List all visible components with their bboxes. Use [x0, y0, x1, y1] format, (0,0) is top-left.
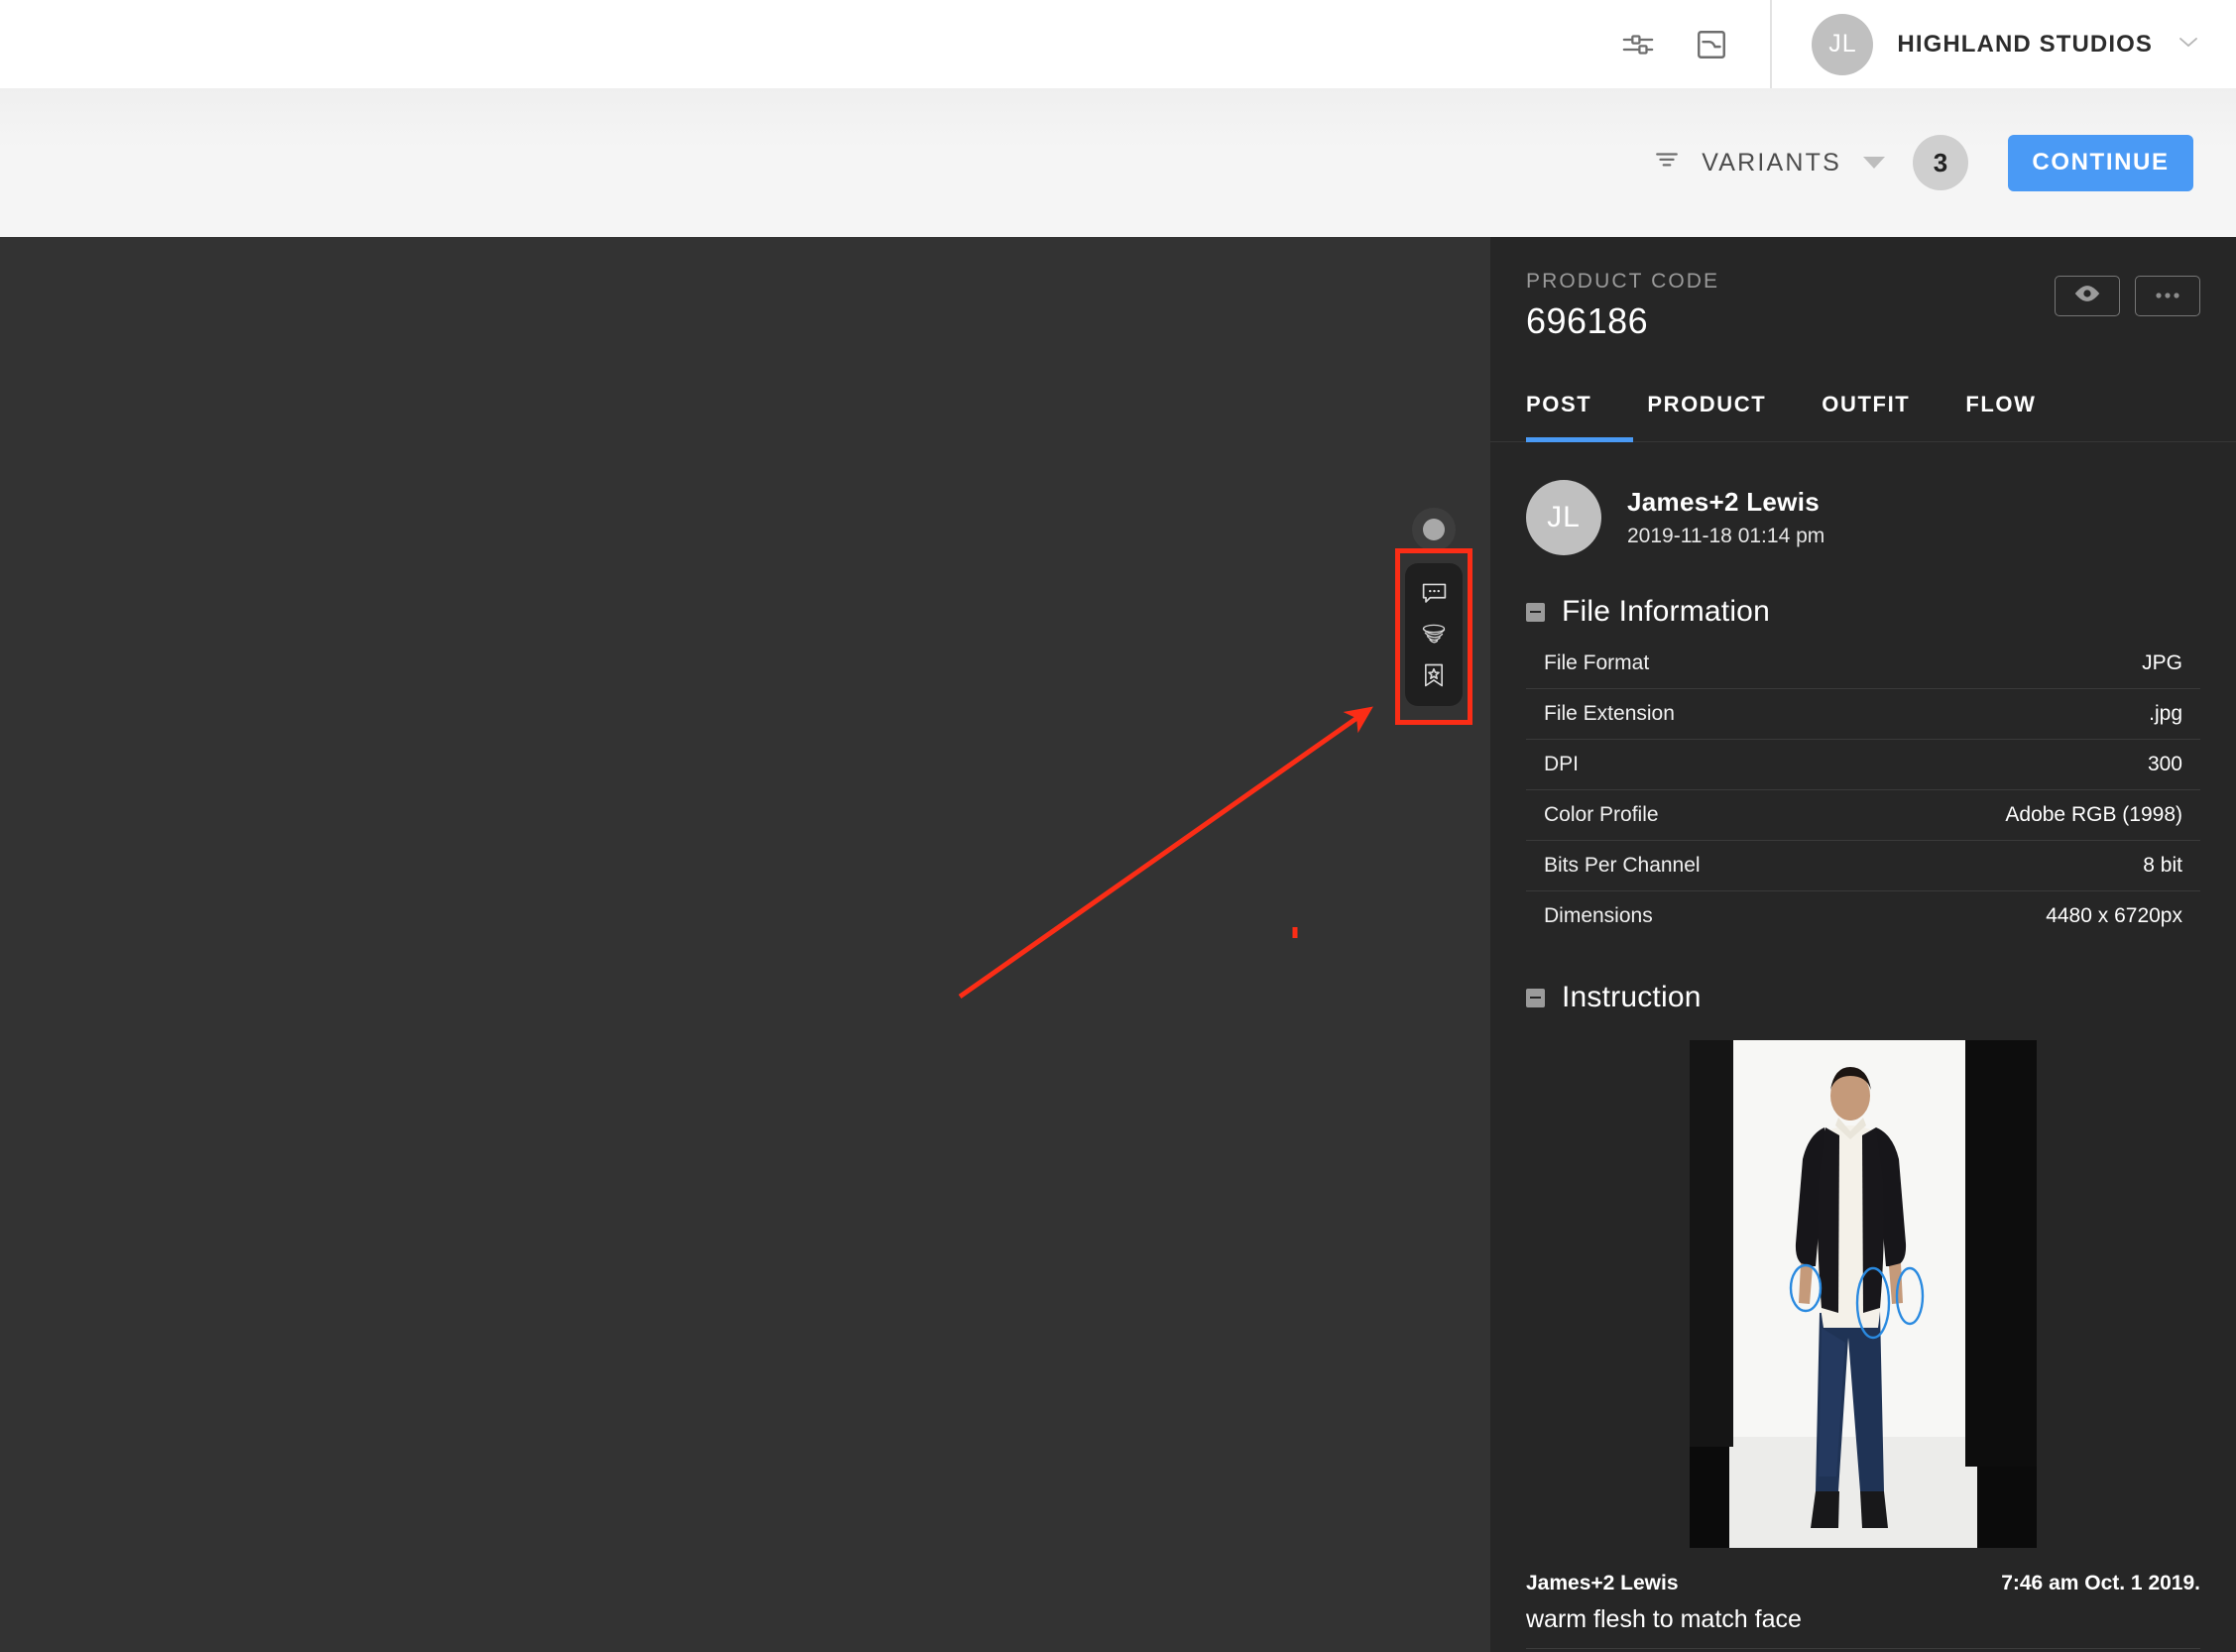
author-name: James+2 Lewis: [1627, 487, 1824, 518]
row-key: File Extension: [1544, 702, 1675, 726]
continue-button[interactable]: CONTINUE: [2008, 135, 2193, 191]
row-value: 4480 x 6720px: [2046, 904, 2182, 928]
action-bar: VARIANTS 3 CONTINUE: [0, 88, 2236, 237]
row-key: Bits Per Channel: [1544, 854, 1701, 878]
author-timestamp: 2019-11-18 01:14 pm: [1627, 525, 1824, 548]
curve-adjust-icon[interactable]: [1693, 26, 1730, 63]
author-text-block: James+2 Lewis 2019-11-18 01:14 pm: [1627, 487, 1824, 548]
row-key: DPI: [1544, 753, 1579, 776]
product-code-block: PRODUCT CODE 696186: [1526, 270, 1719, 342]
row-value: 8 bit: [2143, 854, 2182, 878]
table-row: Bits Per Channel 8 bit: [1526, 841, 2200, 891]
table-row: File Format JPG: [1526, 639, 2200, 689]
chevron-down-icon[interactable]: [1863, 157, 1885, 169]
variants-count-badge: 3: [1913, 135, 1968, 190]
list-item: James+2 Lewis 7:46 am Oct. 1 2019. strai…: [1526, 1648, 2200, 1652]
account-name: HIGHLAND STUDIOS: [1897, 31, 2153, 59]
tab-flow[interactable]: FLOW: [1965, 378, 2036, 441]
canvas-floating-toolbar: [1405, 563, 1463, 706]
top-bar: JL HIGHLAND STUDIOS: [0, 0, 2236, 88]
comment-header: James+2 Lewis 7:46 am Oct. 1 2019.: [1526, 1572, 2200, 1595]
instruction-image-wrapper: [1490, 1014, 2236, 1548]
variants-label: VARIANTS: [1702, 149, 1841, 177]
filter-funnel-icon: [1654, 148, 1680, 178]
comment-author: James+2 Lewis: [1526, 1572, 1679, 1595]
file-information-section-header[interactable]: File Information: [1490, 555, 2236, 629]
comment-timestamp: 7:46 am Oct. 1 2019.: [2001, 1572, 2200, 1595]
annotation-arrow: [0, 237, 1490, 1652]
preview-button[interactable]: [2055, 276, 2120, 316]
details-panel: PRODUCT CODE 696186: [1490, 237, 2236, 1652]
product-code-label: PRODUCT CODE: [1526, 270, 1719, 294]
instruction-section-header[interactable]: Instruction: [1490, 941, 2236, 1014]
section-title: File Information: [1562, 595, 1770, 629]
eye-icon: [2073, 284, 2101, 308]
file-information-table: File Format JPG File Extension .jpg DPI …: [1490, 629, 2236, 941]
settings-sliders-icon[interactable]: [1619, 26, 1657, 63]
row-value: 300: [2148, 753, 2182, 776]
collapse-minus-icon[interactable]: [1526, 989, 1545, 1007]
more-options-icon: [2153, 288, 2182, 305]
post-author: JL James+2 Lewis 2019-11-18 01:14 pm: [1490, 442, 2236, 555]
tab-post[interactable]: POST: [1526, 378, 1591, 441]
row-value: Adobe RGB (1998): [2005, 803, 2182, 827]
row-key: File Format: [1544, 651, 1649, 675]
chevron-down-icon[interactable]: [2177, 35, 2200, 54]
row-value: .jpg: [2149, 702, 2182, 726]
swirl-lasso-icon[interactable]: [1414, 616, 1454, 653]
instruction-comments: James+2 Lewis 7:46 am Oct. 1 2019. warm …: [1490, 1548, 2236, 1652]
collapse-minus-icon[interactable]: [1526, 603, 1545, 622]
table-row: File Extension .jpg: [1526, 689, 2200, 740]
panel-header: PRODUCT CODE 696186: [1490, 237, 2236, 342]
row-key: Dimensions: [1544, 904, 1653, 928]
comment-text: warm flesh to match face: [1526, 1605, 2200, 1634]
image-canvas[interactable]: [0, 237, 1490, 1652]
tab-product[interactable]: PRODUCT: [1647, 378, 1766, 441]
instruction-image[interactable]: [1690, 1040, 2037, 1548]
top-bar-icon-group: [1619, 26, 1770, 63]
variants-filter-button[interactable]: VARIANTS: [1654, 148, 1885, 178]
panel-tabs: POST PRODUCT OUTFIT FLOW: [1490, 378, 2236, 442]
table-row: Color Profile Adobe RGB (1998): [1526, 790, 2200, 841]
account-menu[interactable]: JL HIGHLAND STUDIOS: [1772, 0, 2236, 88]
more-options-button[interactable]: [2135, 276, 2200, 316]
list-item: James+2 Lewis 7:46 am Oct. 1 2019. warm …: [1526, 1548, 2200, 1648]
comment-icon[interactable]: [1414, 575, 1454, 613]
canvas-handle-button[interactable]: [1412, 508, 1456, 551]
avatar: JL: [1812, 14, 1873, 75]
row-key: Color Profile: [1544, 803, 1659, 827]
avatar: JL: [1526, 480, 1601, 555]
product-code-value: 696186: [1526, 300, 1719, 342]
bookmark-star-icon[interactable]: [1414, 656, 1454, 694]
section-title: Instruction: [1562, 981, 1702, 1014]
table-row: DPI 300: [1526, 740, 2200, 790]
table-row: Dimensions 4480 x 6720px: [1526, 891, 2200, 941]
row-value: JPG: [2142, 651, 2182, 675]
panel-header-actions: [2055, 270, 2200, 316]
tab-outfit[interactable]: OUTFIT: [1822, 378, 1910, 441]
